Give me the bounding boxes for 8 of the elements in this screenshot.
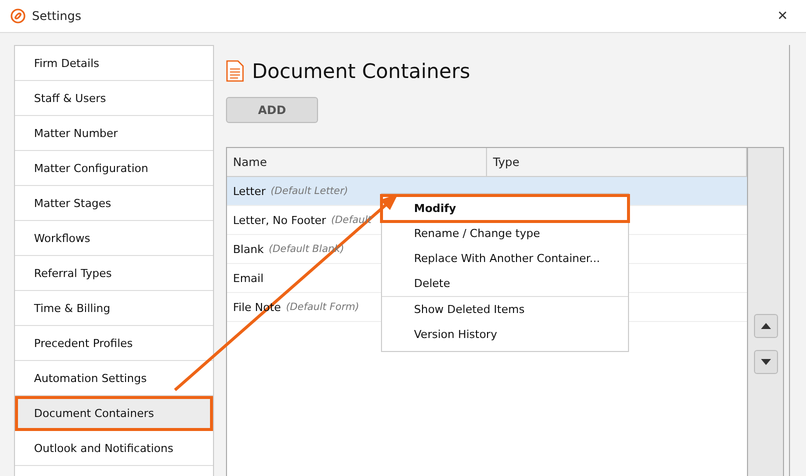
default-note: (Default Letter) (270, 186, 348, 196)
container-name: Letter, No Footer (233, 214, 326, 226)
container-name: Letter (233, 184, 266, 198)
default-note: (Default Form) (286, 302, 360, 312)
window-title: Settings (32, 9, 82, 23)
page-title: Document Containers (252, 59, 470, 83)
container-name: Blank (233, 242, 264, 256)
container-name: Email (233, 272, 264, 284)
